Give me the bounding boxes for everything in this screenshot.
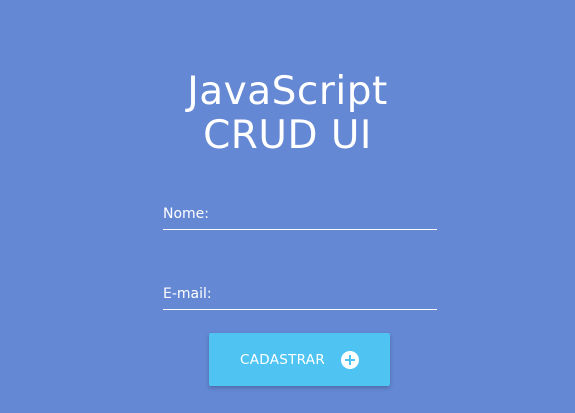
cadastrar-button-label: CADASTRAR [239, 351, 326, 368]
email-field-wrapper [163, 282, 437, 310]
page-title-line-1: JavaScript [187, 69, 388, 114]
nome-field-wrapper [163, 202, 437, 230]
cadastrar-button[interactable]: CADASTRAR [209, 333, 390, 386]
app-container: JavaScript CRUD UI CADASTRAR [0, 0, 575, 413]
nome-input[interactable] [163, 202, 437, 230]
page-title-line-2: CRUD UI [203, 113, 372, 158]
page-title: JavaScript CRUD UI [0, 70, 575, 158]
plus-circle-icon [341, 350, 360, 369]
email-input[interactable] [163, 282, 437, 310]
